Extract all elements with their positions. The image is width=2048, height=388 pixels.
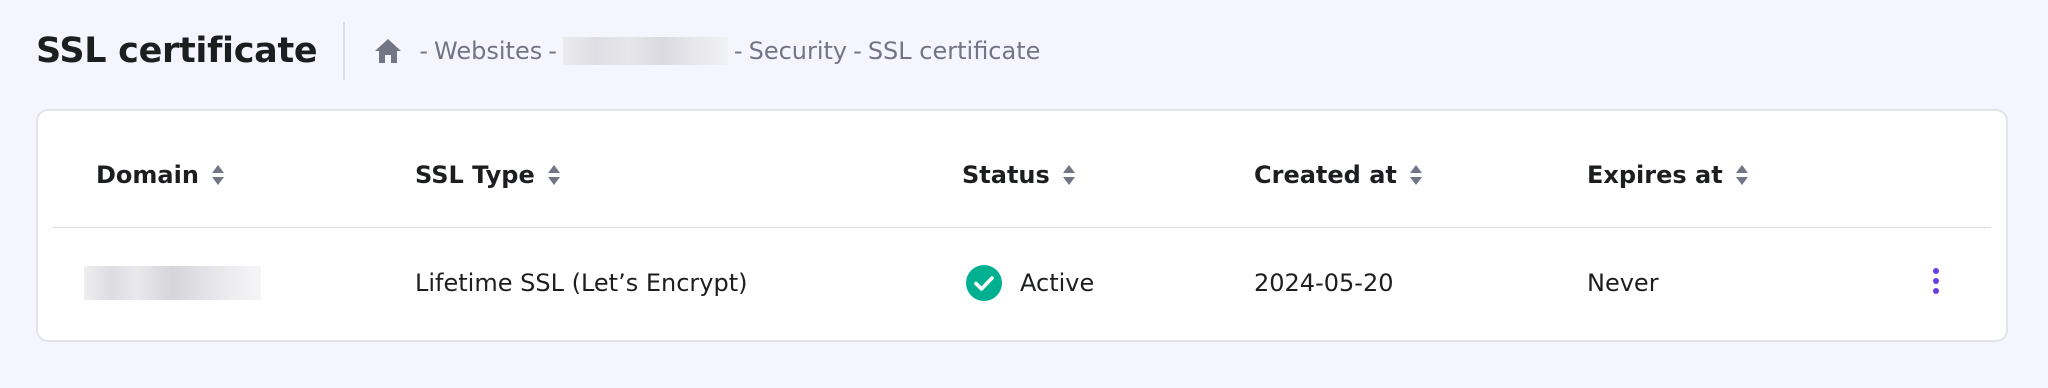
breadcrumb-separator: -	[733, 37, 743, 65]
sort-icon	[1062, 164, 1076, 186]
column-header-label: Created at	[1254, 161, 1397, 189]
breadcrumb: - Websites - - Security - SSL certificat…	[373, 37, 1040, 65]
breadcrumb-separator: -	[419, 37, 429, 65]
sort-icon	[547, 164, 561, 186]
breadcrumb-separator: -	[548, 37, 557, 65]
column-header-created-at[interactable]: Created at	[1254, 161, 1423, 189]
column-header-domain[interactable]: Domain	[96, 161, 225, 189]
check-circle-icon	[966, 265, 1002, 301]
status-cell: Active	[966, 263, 1094, 303]
created-at-cell: 2024-05-20	[1254, 269, 1394, 297]
page-header: SSL certificate - Websites - - Security …	[36, 18, 1040, 84]
breadcrumb-item-security[interactable]: Security	[749, 37, 848, 65]
column-header-label: Expires at	[1587, 161, 1723, 189]
status-label: Active	[1020, 269, 1095, 297]
home-icon[interactable]	[373, 37, 403, 65]
sort-icon	[1735, 164, 1749, 186]
column-header-label: SSL Type	[415, 161, 535, 189]
column-header-label: Status	[962, 161, 1050, 189]
domain-cell	[84, 263, 261, 303]
sort-icon	[1409, 164, 1423, 186]
table-header: Domain SSL Type Status Created at Expire…	[38, 111, 2006, 227]
page-title: SSL certificate	[36, 31, 318, 71]
breadcrumb-item-websites[interactable]: Websites	[434, 37, 542, 65]
header-divider	[343, 22, 346, 80]
breadcrumb-item-ssl-certificate: SSL certificate	[867, 37, 1041, 65]
expires-at-cell: Never	[1587, 269, 1659, 297]
breadcrumb-separator: -	[853, 37, 862, 65]
sort-icon	[211, 164, 225, 186]
column-header-label: Domain	[96, 161, 199, 189]
more-vertical-icon	[1932, 267, 1940, 299]
row-actions-button[interactable]	[1918, 263, 1954, 303]
ssl-table-card: Domain SSL Type Status Created at Expire…	[36, 109, 2008, 342]
column-header-ssl-type[interactable]: SSL Type	[415, 161, 561, 189]
table-divider	[53, 227, 1991, 228]
ssl-type-cell: Lifetime SSL (Let’s Encrypt)	[415, 269, 748, 297]
column-header-expires-at[interactable]: Expires at	[1587, 161, 1749, 189]
column-header-status[interactable]: Status	[962, 161, 1076, 189]
domain-redacted	[84, 266, 261, 300]
breadcrumb-item-redacted[interactable]	[562, 37, 728, 65]
